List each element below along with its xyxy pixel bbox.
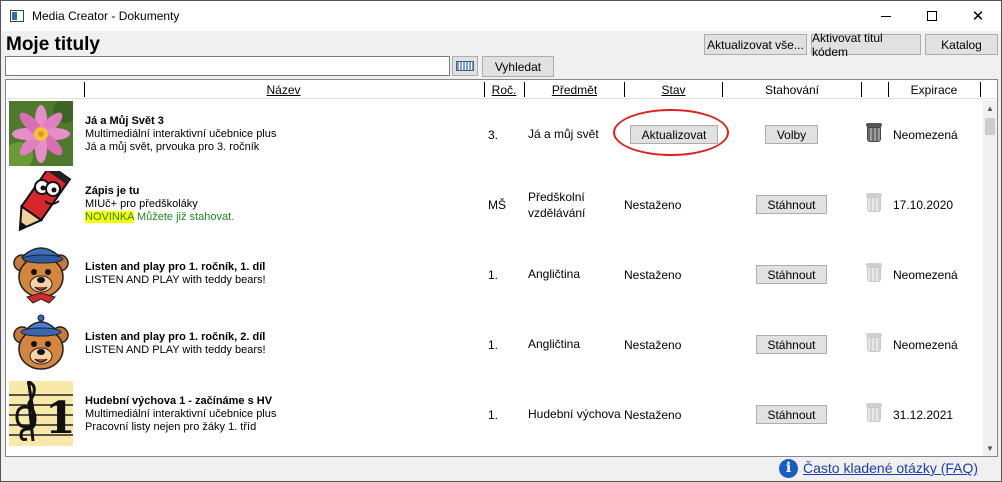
trash-icon [866, 403, 882, 423]
scroll-down-icon[interactable]: ▼ [983, 440, 997, 456]
list-item[interactable]: Listen and play pro 1. ročník, 2. díl LI… [6, 310, 981, 380]
title-name: Listen and play pro 1. ročník, 1. díl [85, 261, 266, 273]
column-separator[interactable] [861, 82, 862, 97]
minimize-icon [881, 15, 891, 17]
title-description: MIUč+ pro předškoláky [85, 198, 198, 210]
title-status: Nestaženo [624, 198, 682, 212]
maximize-button[interactable] [909, 1, 955, 31]
title-subject: Hudební výchova [528, 407, 621, 421]
column-header-subject[interactable]: Předmět [525, 83, 624, 97]
column-header-status[interactable]: Stav [625, 83, 722, 97]
title-name: Zápis je tu [85, 185, 140, 197]
title-description: LISTEN AND PLAY with teddy bears! [85, 274, 266, 286]
page-title: Moje tituly [6, 34, 100, 55]
trash-icon[interactable] [866, 123, 882, 143]
catalog-button[interactable]: Katalog [925, 34, 998, 55]
title-subject: Já a můj svět [528, 127, 599, 141]
list-header: Název Roč. Předmět Stav Stahování Expira… [6, 80, 997, 99]
activate-title-button[interactable]: Aktivovat titul kódem [811, 31, 921, 59]
list-rows: Já a Můj Svět 3 Multimediální interaktiv… [6, 100, 981, 456]
list-item[interactable]: Listen and play pro 1. ročník, 1. díl LI… [6, 240, 981, 310]
close-button[interactable]: ✕ [955, 1, 1001, 31]
title-subject: Angličtina [528, 267, 581, 281]
title-notice: NOVINKA Můžete již stahovat. [85, 211, 234, 223]
title-name: Listen and play pro 1. ročník, 2. díl [85, 331, 266, 343]
title-year: MŠ [488, 198, 506, 212]
title-expiry: Neomezená [893, 338, 958, 352]
lotus-flower-thumbnail [9, 101, 73, 166]
search-input[interactable] [5, 56, 450, 76]
column-header-expiry: Expirace [910, 83, 958, 97]
title-status: Nestaženo [624, 338, 682, 352]
column-separator[interactable] [980, 82, 981, 97]
scroll-up-icon[interactable]: ▲ [983, 100, 997, 116]
title-description: Pracovní listy nejen pro žáky 1. tříd [85, 421, 257, 433]
title-name: Já a Můj Svět 3 [85, 115, 164, 127]
faq-link[interactable]: i Často kladené otázky (FAQ) [779, 457, 978, 479]
notice-text: Můžete již stahovat. [136, 211, 235, 223]
scroll-thumb[interactable] [985, 118, 995, 135]
title-year: 1. [488, 408, 499, 422]
title-status: Nestaženo [624, 268, 682, 282]
title-subject: Angličtina [528, 337, 581, 351]
download-button[interactable]: Stáhnout [756, 405, 827, 424]
title-year: 1. [488, 338, 499, 352]
title-subject: Předškolní vzdělávání [528, 190, 586, 220]
title-status: Nestaženo [624, 408, 682, 422]
minimize-button[interactable] [863, 1, 909, 31]
title-description: LISTEN AND PLAY with teddy bears! [85, 344, 266, 356]
title-description: Já a můj svět, prvouka pro 3. ročník [85, 141, 260, 153]
title-year: 3. [488, 128, 499, 142]
faq-link-text[interactable]: Často kladené otázky (FAQ) [803, 460, 978, 476]
title-bar[interactable]: Media Creator - Dokumenty ✕ [1, 1, 1001, 31]
pencil-character-thumbnail [9, 171, 73, 236]
title-year: 1. [488, 268, 499, 282]
new-badge: NOVINKA [85, 211, 134, 223]
list-item[interactable]: Zápis je tu MIUč+ pro předškoláky NOVINK… [6, 170, 981, 240]
treble-clef-thumbnail: 1 [9, 381, 73, 446]
title-expiry: 31.12.2021 [893, 408, 954, 422]
title-name: Hudební výchova 1 - začínáme s HV [85, 395, 273, 407]
maximize-icon [927, 11, 937, 21]
list-item[interactable]: Já a Můj Svět 3 Multimediální interaktiv… [6, 100, 981, 170]
app-icon [10, 10, 24, 22]
column-header-year[interactable]: Roč. [485, 83, 523, 97]
download-button[interactable]: Stáhnout [756, 265, 827, 284]
highlight-annotation [613, 109, 729, 156]
trash-icon [866, 193, 882, 213]
column-header-name[interactable]: Název [85, 83, 482, 97]
titles-list: Název Roč. Předmět Stav Stahování Expira… [5, 79, 998, 457]
title-expiry: Neomezená [893, 128, 958, 142]
teddy-bear-thumbnail [9, 311, 73, 376]
vertical-scrollbar[interactable]: ▲ ▼ [983, 100, 997, 456]
virtual-keyboard-button[interactable] [452, 56, 478, 76]
trash-icon [866, 333, 882, 353]
list-item[interactable]: 1 Hudební výchova 1 - začínáme s HV Mult… [6, 380, 981, 450]
keyboard-icon [456, 61, 474, 71]
title-description: Multimediální interaktivní učebnice plus [85, 408, 277, 420]
title-expiry: Neomezená [893, 268, 958, 282]
options-button[interactable]: Volby [765, 125, 818, 144]
update-all-button[interactable]: Aktualizovat vše... [704, 34, 807, 55]
column-header-download: Stahování [764, 83, 820, 97]
title-expiry: 17.10.2020 [893, 198, 954, 212]
app-window: Media Creator - Dokumenty ✕ Moje tituly … [0, 0, 1002, 482]
title-description: Multimediální interaktivní učebnice plus [85, 128, 277, 140]
download-button[interactable]: Stáhnout [756, 195, 827, 214]
trash-icon [866, 263, 882, 283]
search-button[interactable]: Vyhledat [482, 56, 554, 77]
window-title: Media Creator - Dokumenty [32, 9, 180, 23]
download-button[interactable]: Stáhnout [756, 335, 827, 354]
svg-text:1: 1 [45, 393, 73, 444]
info-icon: i [779, 458, 798, 478]
close-icon: ✕ [971, 8, 985, 25]
teddy-bear-thumbnail [9, 241, 73, 306]
